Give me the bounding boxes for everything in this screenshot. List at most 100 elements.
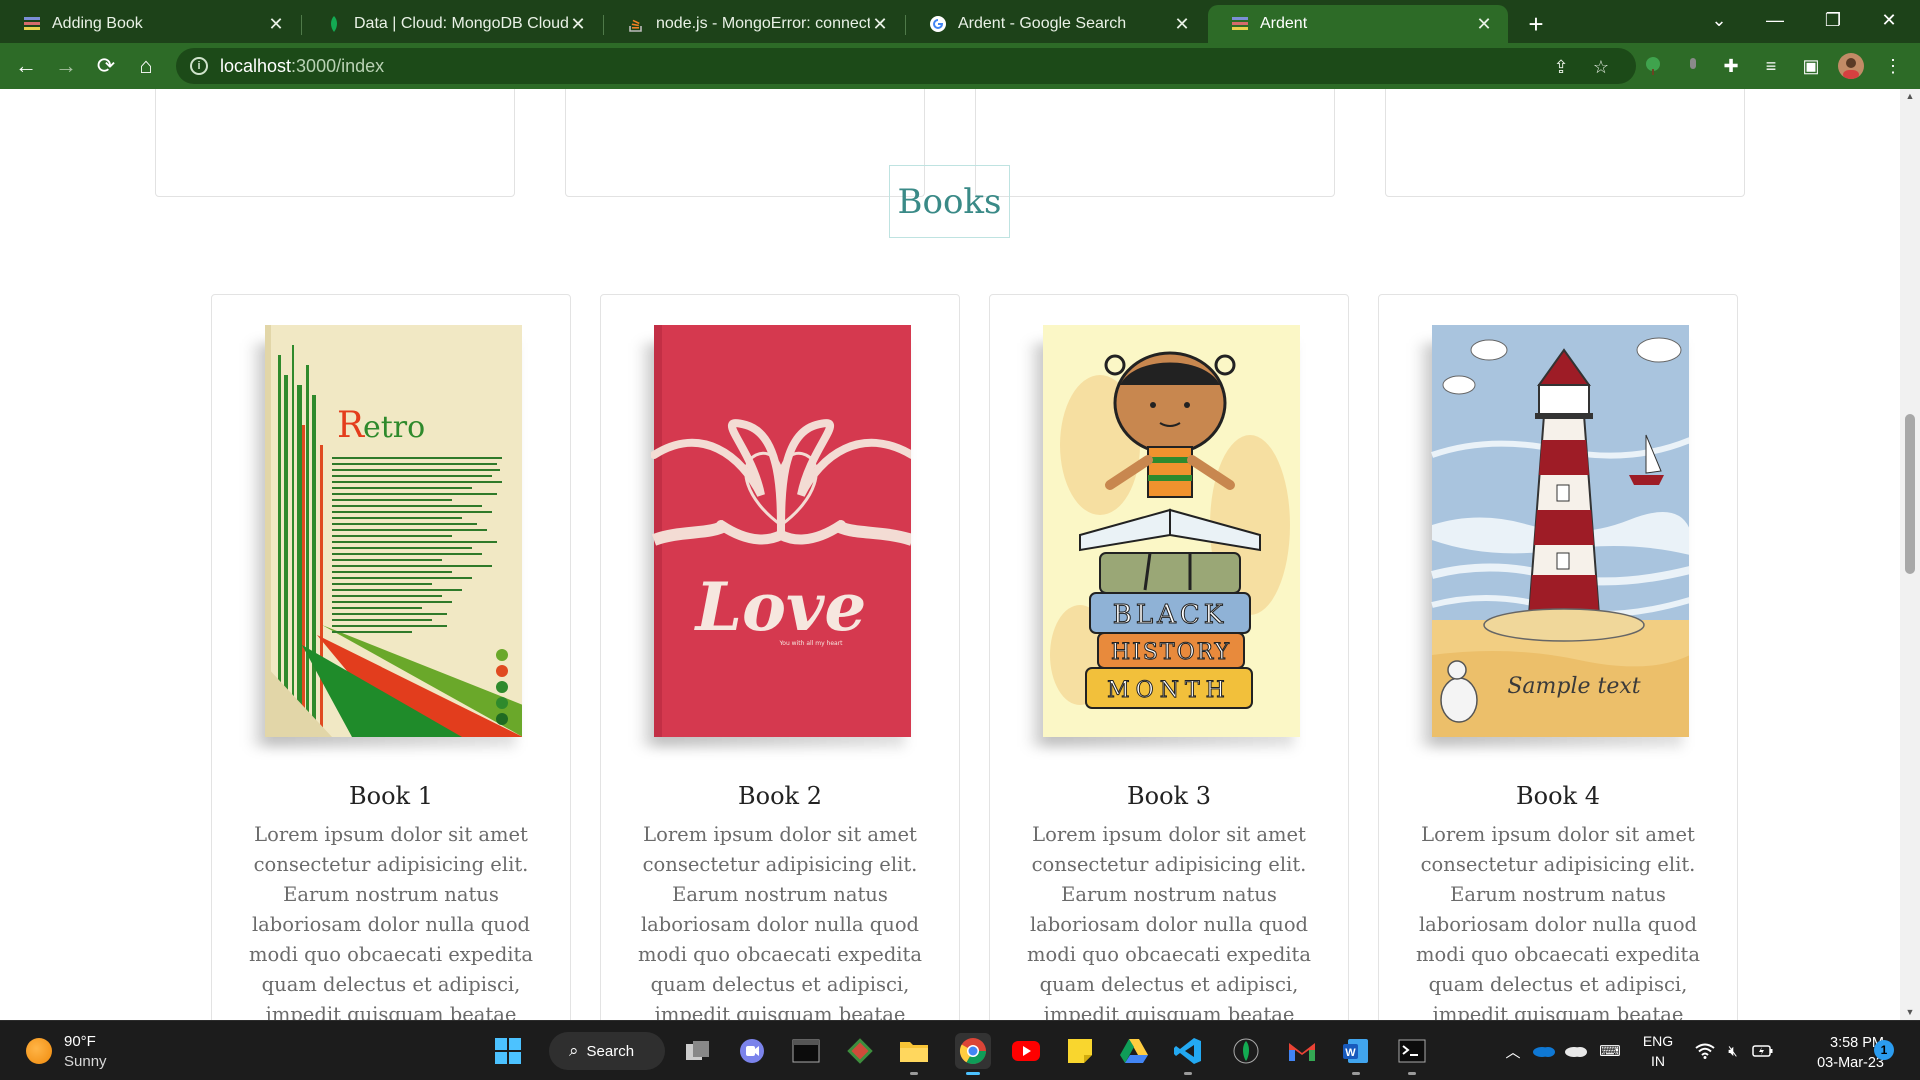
onedrive-white-icon[interactable] (1562, 1021, 1590, 1080)
tab-mongodb-cloud[interactable]: Data | Cloud: MongoDB Cloud ✕ (302, 5, 604, 43)
tab-stackoverflow[interactable]: node.js - MongoError: connect EC ✕ (604, 5, 906, 43)
chrome-icon[interactable] (955, 1033, 991, 1075)
onedrive-blue-icon[interactable] (1530, 1021, 1558, 1080)
previous-section-card (155, 89, 515, 197)
book-card[interactable]: R etro Book 1 Lorem ipsum dolor sit amet… (211, 294, 571, 1020)
book-description: Lorem ipsum dolor sit amet consectetur a… (638, 823, 922, 1020)
page-viewport: Books R etro Book 1 Lorem ipsum dolor si… (0, 89, 1900, 1020)
book-cover-lighthouse[interactable]: Sample text (1415, 325, 1689, 747)
restore-button[interactable]: ❐ (1810, 0, 1856, 40)
close-icon[interactable]: ✕ (266, 14, 286, 35)
minimize-button[interactable]: — (1752, 0, 1798, 40)
book-cover-retro[interactable]: R etro (248, 325, 522, 747)
tab-title: Adding Book (52, 15, 143, 32)
cover-title: R (337, 405, 365, 446)
extension-tree-icon[interactable] (1640, 53, 1666, 79)
close-icon[interactable]: ✕ (1172, 14, 1192, 35)
home-button[interactable]: ⌂ (126, 46, 166, 86)
mongodb-compass-icon[interactable] (1228, 1033, 1264, 1069)
close-icon[interactable]: ✕ (1474, 14, 1494, 35)
address-bar[interactable]: i localhost:3000/index ⇪ ☆ (176, 48, 1636, 84)
task-view-icon[interactable] (680, 1033, 716, 1069)
tab-ardent[interactable]: Ardent ✕ (1208, 5, 1508, 43)
forward-button[interactable]: → (46, 46, 86, 86)
url-path: :3000/index (291, 55, 385, 76)
tab-search-icon[interactable]: ⌄ (1696, 0, 1742, 40)
wifi-icon[interactable] (1692, 1021, 1718, 1080)
book-card[interactable]: Love You with all my heart Book 2 Lorem … (600, 294, 960, 1020)
bookmark-star-icon[interactable]: ☆ (1590, 56, 1612, 78)
search-label: Search (586, 1042, 635, 1060)
book-title[interactable]: Book 2 (601, 782, 959, 810)
close-window-button[interactable]: ✕ (1866, 0, 1912, 40)
youtube-icon[interactable] (1008, 1033, 1044, 1069)
weather-temperature[interactable]: 90°F (64, 1033, 96, 1050)
close-icon[interactable]: ✕ (568, 14, 588, 35)
previous-section-card (1385, 89, 1745, 197)
media-control-icon[interactable]: ≡ (1758, 53, 1784, 79)
book-cover-black-history-month[interactable]: BLACK HISTORY MONTH (1026, 325, 1300, 747)
book-cover-love[interactable]: Love You with all my heart (637, 325, 911, 747)
file-explorer-icon[interactable] (896, 1033, 932, 1075)
stackoverflow-icon (626, 14, 646, 34)
extension-mic-icon[interactable] (1680, 53, 1706, 79)
cover-title: MONTH (1107, 678, 1231, 703)
gmail-icon[interactable] (1284, 1033, 1320, 1069)
keyboard-icon[interactable]: ⌨ (1596, 1021, 1624, 1080)
command-prompt-icon[interactable] (1394, 1033, 1430, 1075)
book-description: Lorem ipsum dolor sit amet consectetur a… (1416, 823, 1700, 1020)
volume-muted-icon[interactable]: 🔇︎ (1720, 1021, 1746, 1080)
cover-title: Sample text (1507, 674, 1640, 699)
windows-taskbar: 90°F Sunny ⌕ Search W ︿ ⌨ ENG IN 🔇︎ 3:58… (0, 1020, 1920, 1080)
google-icon (928, 14, 948, 34)
scrollbar-thumb[interactable] (1905, 414, 1915, 574)
share-icon[interactable]: ⇪ (1550, 56, 1572, 78)
book-title[interactable]: Book 3 (990, 782, 1348, 810)
close-icon[interactable]: ✕ (870, 14, 890, 35)
extensions-puzzle-icon[interactable]: ✚ (1718, 53, 1744, 79)
terminal-icon[interactable] (788, 1033, 824, 1069)
browser-toolbar: ← → ⟳ ⌂ i localhost:3000/index ⇪ ☆ ✚ ≡ ▣… (0, 43, 1920, 89)
menu-kebab-icon[interactable]: ⋮ (1880, 53, 1906, 79)
battery-icon[interactable] (1750, 1021, 1776, 1080)
reload-button[interactable]: ⟳ (86, 46, 126, 86)
book-card[interactable]: BLACK HISTORY MONTH Book 3 Lorem ipsum d… (989, 294, 1349, 1020)
tab-google-search[interactable]: Ardent - Google Search ✕ (906, 5, 1206, 43)
new-tab-button[interactable]: + (1516, 5, 1556, 43)
clock-time: 3:58 PM (1830, 1035, 1884, 1051)
book-card[interactable]: Sample text Book 4 Lorem ipsum dolor sit… (1378, 294, 1738, 1020)
url-host: localhost (220, 55, 292, 76)
system-clock[interactable]: 3:58 PM 03-Mar-23 (1788, 1033, 1884, 1073)
tab-title: Ardent (1260, 15, 1308, 32)
side-panel-icon[interactable]: ▣ (1798, 53, 1824, 79)
site-info-icon[interactable]: i (190, 57, 208, 75)
scroll-down-arrow[interactable]: ▼ (1905, 1007, 1915, 1017)
tab-title: node.js - MongoError: connect EC (656, 15, 870, 32)
book-title[interactable]: Book 1 (212, 782, 570, 810)
notification-badge[interactable]: 1 (1874, 1040, 1894, 1060)
back-button[interactable]: ← (6, 46, 46, 86)
windows-start-icon[interactable] (490, 1033, 526, 1069)
git-icon[interactable] (842, 1033, 878, 1069)
tab-adding-book[interactable]: Adding Book ✕ (0, 5, 302, 43)
microsoft-word-icon[interactable]: W (1338, 1033, 1374, 1075)
cover-title: Love (694, 568, 867, 646)
tab-title: Data | Cloud: MongoDB Cloud (354, 15, 568, 32)
weather-sun-icon[interactable] (26, 1038, 52, 1064)
language-indicator[interactable]: ENG IN (1636, 1021, 1680, 1080)
vscode-icon[interactable] (1170, 1033, 1206, 1075)
teams-chat-icon[interactable] (734, 1033, 770, 1069)
taskbar-search-button[interactable]: ⌕ Search (549, 1032, 665, 1070)
google-drive-icon[interactable] (1116, 1033, 1152, 1069)
cover-title: etro (363, 410, 425, 445)
scroll-up-arrow[interactable]: ▲ (1905, 91, 1915, 101)
show-hidden-icons-chevron[interactable]: ︿ (1500, 1021, 1526, 1080)
language-code: ENG (1642, 1033, 1674, 1049)
clock-date: 03-Mar-23 (1817, 1055, 1884, 1071)
profile-avatar[interactable] (1838, 53, 1864, 79)
book-title[interactable]: Book 4 (1379, 782, 1737, 810)
weather-condition[interactable]: Sunny (64, 1053, 107, 1070)
sticky-notes-icon[interactable] (1062, 1033, 1098, 1069)
page-scrollbar[interactable]: ▲ ▼ (1900, 89, 1920, 1020)
section-title: Books (889, 165, 1010, 238)
